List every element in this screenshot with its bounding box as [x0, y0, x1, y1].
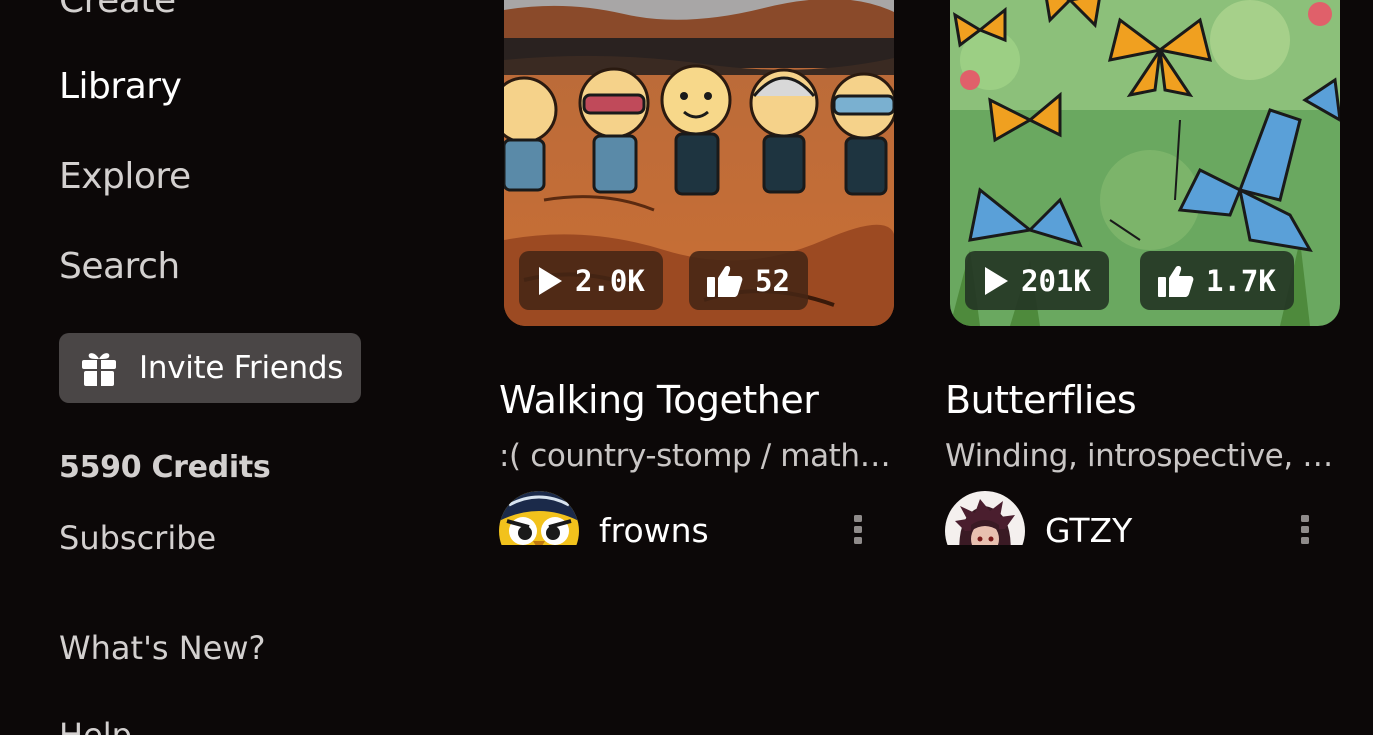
- song-card[interactable]: 2.0K 52 Walking Together :( country-stom…: [499, 0, 899, 560]
- like-count: 1.7K: [1206, 263, 1276, 298]
- thumbs-up-icon: [707, 265, 743, 297]
- invite-friends-label: Invite Friends: [139, 350, 344, 386]
- play-count: 2.0K: [575, 263, 645, 298]
- author-name[interactable]: GTZY: [1045, 511, 1132, 550]
- author-name[interactable]: frowns: [599, 511, 709, 550]
- play-count-badge: 2.0K: [519, 251, 663, 310]
- gift-icon: [82, 353, 116, 386]
- song-card[interactable]: 201K 1.7K Butterflies Winding, introspec…: [945, 0, 1345, 560]
- song-description: Winding, introspective, m...: [945, 438, 1337, 474]
- song-title[interactable]: Butterflies: [945, 378, 1137, 422]
- play-icon: [985, 266, 1008, 295]
- song-thumbnail[interactable]: 2.0K 52: [504, 0, 894, 326]
- nav-create[interactable]: Create: [59, 0, 176, 21]
- nav-library[interactable]: Library: [59, 66, 182, 107]
- play-icon: [539, 266, 562, 295]
- song-thumbnail[interactable]: 201K 1.7K: [950, 0, 1340, 326]
- like-button[interactable]: 1.7K: [1140, 251, 1294, 310]
- subscribe-link[interactable]: Subscribe: [59, 519, 216, 557]
- play-count: 201K: [1021, 263, 1091, 298]
- like-button[interactable]: 52: [689, 251, 808, 310]
- invite-friends-button[interactable]: Invite Friends: [59, 333, 361, 403]
- app-root: Create Library Explore Search Invite Fri…: [0, 0, 1373, 735]
- more-options-icon[interactable]: [1293, 512, 1317, 548]
- whats-new-link[interactable]: What's New?: [59, 629, 266, 667]
- author-avatar[interactable]: [945, 491, 1025, 545]
- song-title[interactable]: Walking Together: [499, 378, 819, 422]
- anime-character-avatar-icon: [945, 491, 1025, 545]
- nav-explore[interactable]: Explore: [59, 156, 191, 197]
- thumbs-up-icon: [1158, 265, 1194, 297]
- more-options-icon[interactable]: [846, 512, 870, 548]
- credits-count: 5590 Credits: [59, 450, 271, 485]
- like-count: 52: [755, 263, 790, 298]
- author-avatar[interactable]: [499, 491, 579, 545]
- nav-search[interactable]: Search: [59, 246, 180, 287]
- owl-avatar-icon: [499, 491, 579, 545]
- help-link[interactable]: Help: [59, 716, 132, 735]
- song-description: :( country-stomp / math-r...: [499, 438, 891, 474]
- play-count-badge: 201K: [965, 251, 1109, 310]
